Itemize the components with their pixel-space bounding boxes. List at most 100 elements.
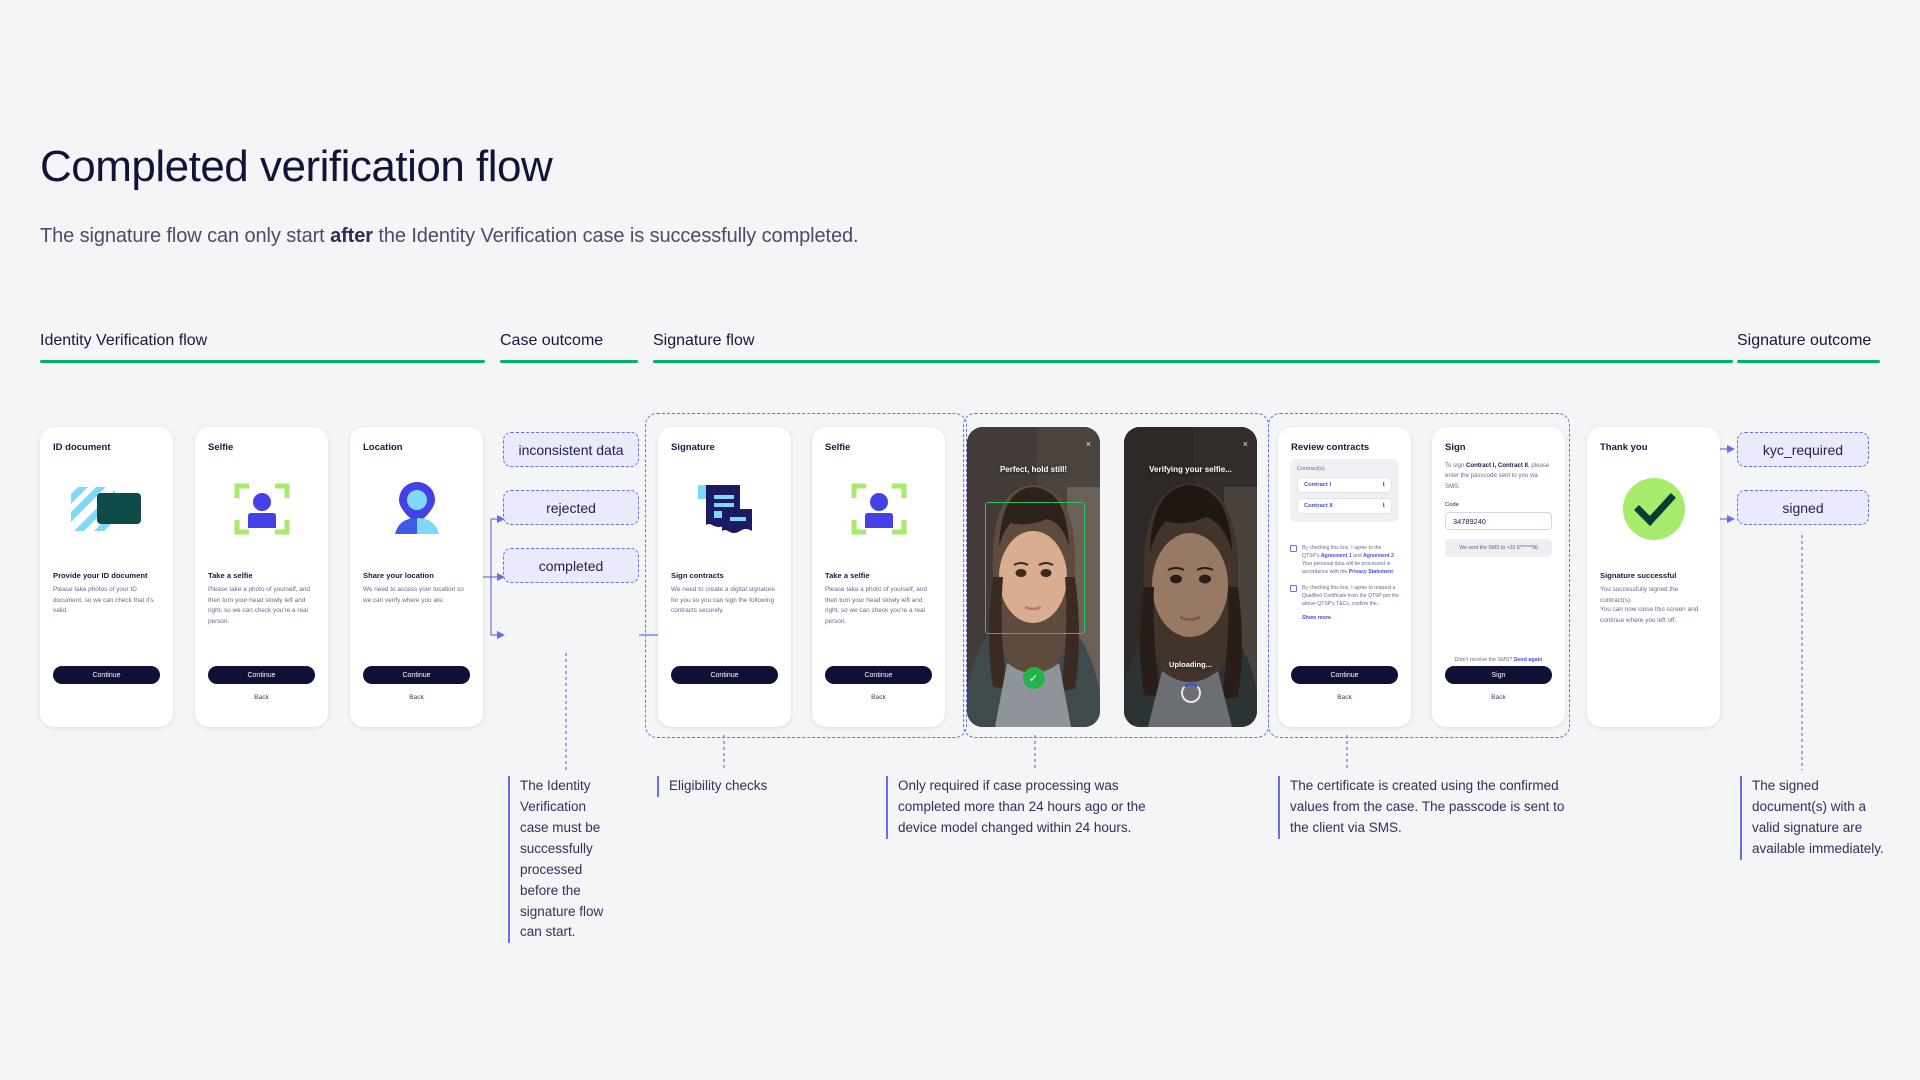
code-label: Code — [1445, 502, 1459, 509]
continue-button[interactable]: Continue — [363, 666, 470, 684]
subtitle-emphasis: after — [330, 225, 373, 247]
sign-contract-names: Contract I, Contract II — [1466, 462, 1528, 469]
screen-title: Sign — [1445, 442, 1466, 453]
pill-label: kyc_required — [1762, 441, 1844, 458]
note-certificate: The certificate is created using the con… — [1278, 776, 1568, 839]
agreement-1-link[interactable]: Agreement 1 — [1321, 553, 1352, 559]
page-subtitle: The signature flow can only start after … — [40, 225, 859, 248]
face-scan-icon — [195, 471, 328, 547]
privacy-statement-link[interactable]: Privacy Statement — [1349, 569, 1393, 575]
sign-instructions: To sign Contract I, Contract II, please … — [1445, 461, 1552, 492]
contract-row[interactable]: Contract II ⭳ — [1297, 498, 1392, 514]
agreement-2-link[interactable]: Agreement 2 — [1363, 553, 1394, 559]
continue-button[interactable]: Continue — [1291, 666, 1398, 684]
subtitle-part-2: the Identity Verification case is succes… — [372, 225, 859, 247]
camera-status-text: Perfect, hold still! — [999, 465, 1068, 474]
download-icon[interactable]: ⭳ — [1383, 480, 1385, 491]
pill-label: inconsistent data — [518, 441, 624, 458]
section-underline — [653, 360, 1733, 363]
section-underline — [40, 360, 485, 363]
download-icon[interactable]: ⭳ — [1383, 501, 1385, 512]
screen-selfie-signature-flow[interactable]: Selfie Take a selfie Please take a photo… — [812, 427, 945, 727]
screen-camera-hold-still[interactable]: × Perfect, hold still! ✓ — [967, 427, 1100, 727]
subtitle-part-1: The signature flow can only start — [40, 225, 331, 247]
send-again-link[interactable]: Send again — [1514, 657, 1543, 663]
page-title: Completed verification flow — [40, 142, 553, 191]
screen-review-contracts[interactable]: Review contracts Contract(s) Contract I … — [1278, 427, 1411, 727]
face-bounding-box — [985, 502, 1085, 634]
continue-button[interactable]: Continue — [671, 666, 778, 684]
case-outcome-inconsistent-data[interactable]: inconsistent data — [503, 432, 639, 467]
screen-selfie[interactable]: Selfie Take a selfie Please take a photo… — [195, 427, 328, 727]
consent-text-2: By checking this box, I agree to request… — [1302, 584, 1400, 607]
screen-body-1: You successfully signed the contract(s). — [1600, 586, 1679, 604]
screen-body: We need to access your location so we ca… — [363, 586, 464, 604]
contract-name: Contract I — [1304, 482, 1332, 488]
consent-1-part-4: . — [1392, 569, 1395, 576]
screen-title: Selfie — [825, 442, 851, 453]
screen-signature[interactable]: Signature Sign contracts We need to crea… — [658, 427, 791, 727]
resend-text: Didn't receive the SMS? — [1454, 657, 1514, 663]
map-pin-person-icon — [350, 471, 483, 547]
pill-label: completed — [538, 557, 604, 574]
sign-lead-part-1: To sign — [1445, 462, 1467, 469]
section-underline — [1737, 360, 1880, 363]
case-outcome-completed[interactable]: completed — [503, 548, 639, 583]
screen-camera-verifying[interactable]: × Verifying your selfie... Uploading... — [1124, 427, 1257, 727]
id-card-icon — [40, 471, 173, 547]
screen-title: Location — [363, 442, 403, 453]
contracts-list: Contract(s) Contract I ⭳ Contract II ⭳ — [1290, 459, 1399, 522]
screen-location[interactable]: Location Share your location We need to … — [350, 427, 483, 727]
continue-button[interactable]: Continue — [825, 666, 932, 684]
face-scan-icon — [812, 471, 945, 547]
continue-button[interactable]: Continue — [53, 666, 160, 684]
contracts-caption: Contract(s) — [1297, 466, 1325, 472]
close-icon[interactable]: × — [1243, 440, 1248, 449]
close-icon[interactable]: × — [1086, 440, 1091, 449]
screen-heading: Signature successful — [1600, 571, 1677, 580]
section-label: Case outcome — [500, 332, 604, 349]
checkmark-circle-icon: ✓ — [1022, 667, 1045, 689]
contract-row[interactable]: Contract I ⭳ — [1297, 477, 1392, 493]
screen-title: ID document — [53, 442, 111, 453]
screen-heading: Sign contracts — [671, 571, 724, 580]
consent-text-1: By checking this box, I agree to the QTS… — [1302, 544, 1399, 577]
checkbox-agreements[interactable] — [1290, 545, 1297, 552]
screen-body-2: You can now close this screen and contin… — [1600, 606, 1699, 624]
contract-name: Contract II — [1304, 503, 1333, 509]
screen-body: We need to create a digital signature fo… — [671, 586, 775, 615]
success-check-circle-icon — [1587, 471, 1720, 547]
screen-title: Signature — [671, 442, 715, 453]
section-underline — [500, 360, 638, 363]
back-link[interactable]: Back — [812, 694, 945, 701]
consent-1-part-2: and — [1351, 553, 1364, 560]
section-signature-outcome: Signature outcome — [1737, 332, 1880, 363]
back-link[interactable]: Back — [1278, 694, 1411, 701]
case-outcome-rejected[interactable]: rejected — [503, 490, 639, 525]
note-eligibility: Eligibility checks — [657, 776, 817, 797]
back-link[interactable]: Back — [195, 694, 328, 701]
signature-outcome-signed[interactable]: signed — [1737, 490, 1869, 525]
back-link[interactable]: Back — [1432, 694, 1565, 701]
sms-note: We sent the SMS to +31 6******96 — [1445, 539, 1552, 558]
section-label: Signature outcome — [1737, 332, 1872, 349]
back-link[interactable]: Back — [350, 694, 483, 701]
consent-row-2[interactable]: By checking this box, I agree to request… — [1290, 584, 1399, 608]
pill-label: rejected — [546, 499, 596, 516]
screen-sign[interactable]: Sign To sign Contract I, Contract II, pl… — [1432, 427, 1565, 727]
screen-id-document[interactable]: ID document Provide your ID document Ple… — [40, 427, 173, 727]
code-input[interactable]: 34789240 — [1445, 512, 1552, 531]
section-signature-flow: Signature flow — [653, 332, 1733, 363]
consent-row-1[interactable]: By checking this box, I agree to the QTS… — [1290, 544, 1399, 577]
loading-spinner-icon — [1180, 683, 1201, 703]
camera-status-text: Verifying your selfie... — [1149, 465, 1232, 474]
section-label: Identity Verification flow — [40, 332, 208, 349]
show-more-link[interactable]: Show more — [1302, 615, 1399, 621]
screen-thank-you[interactable]: Thank you Signature successful You succe… — [1587, 427, 1720, 727]
screen-heading: Take a selfie — [825, 571, 870, 580]
checkbox-qualified-certificate[interactable] — [1290, 584, 1297, 592]
contract-document-icon — [658, 471, 791, 547]
sign-button[interactable]: Sign — [1445, 666, 1552, 684]
continue-button[interactable]: Continue — [208, 666, 315, 684]
signature-outcome-kyc-required[interactable]: kyc_required — [1737, 432, 1869, 467]
